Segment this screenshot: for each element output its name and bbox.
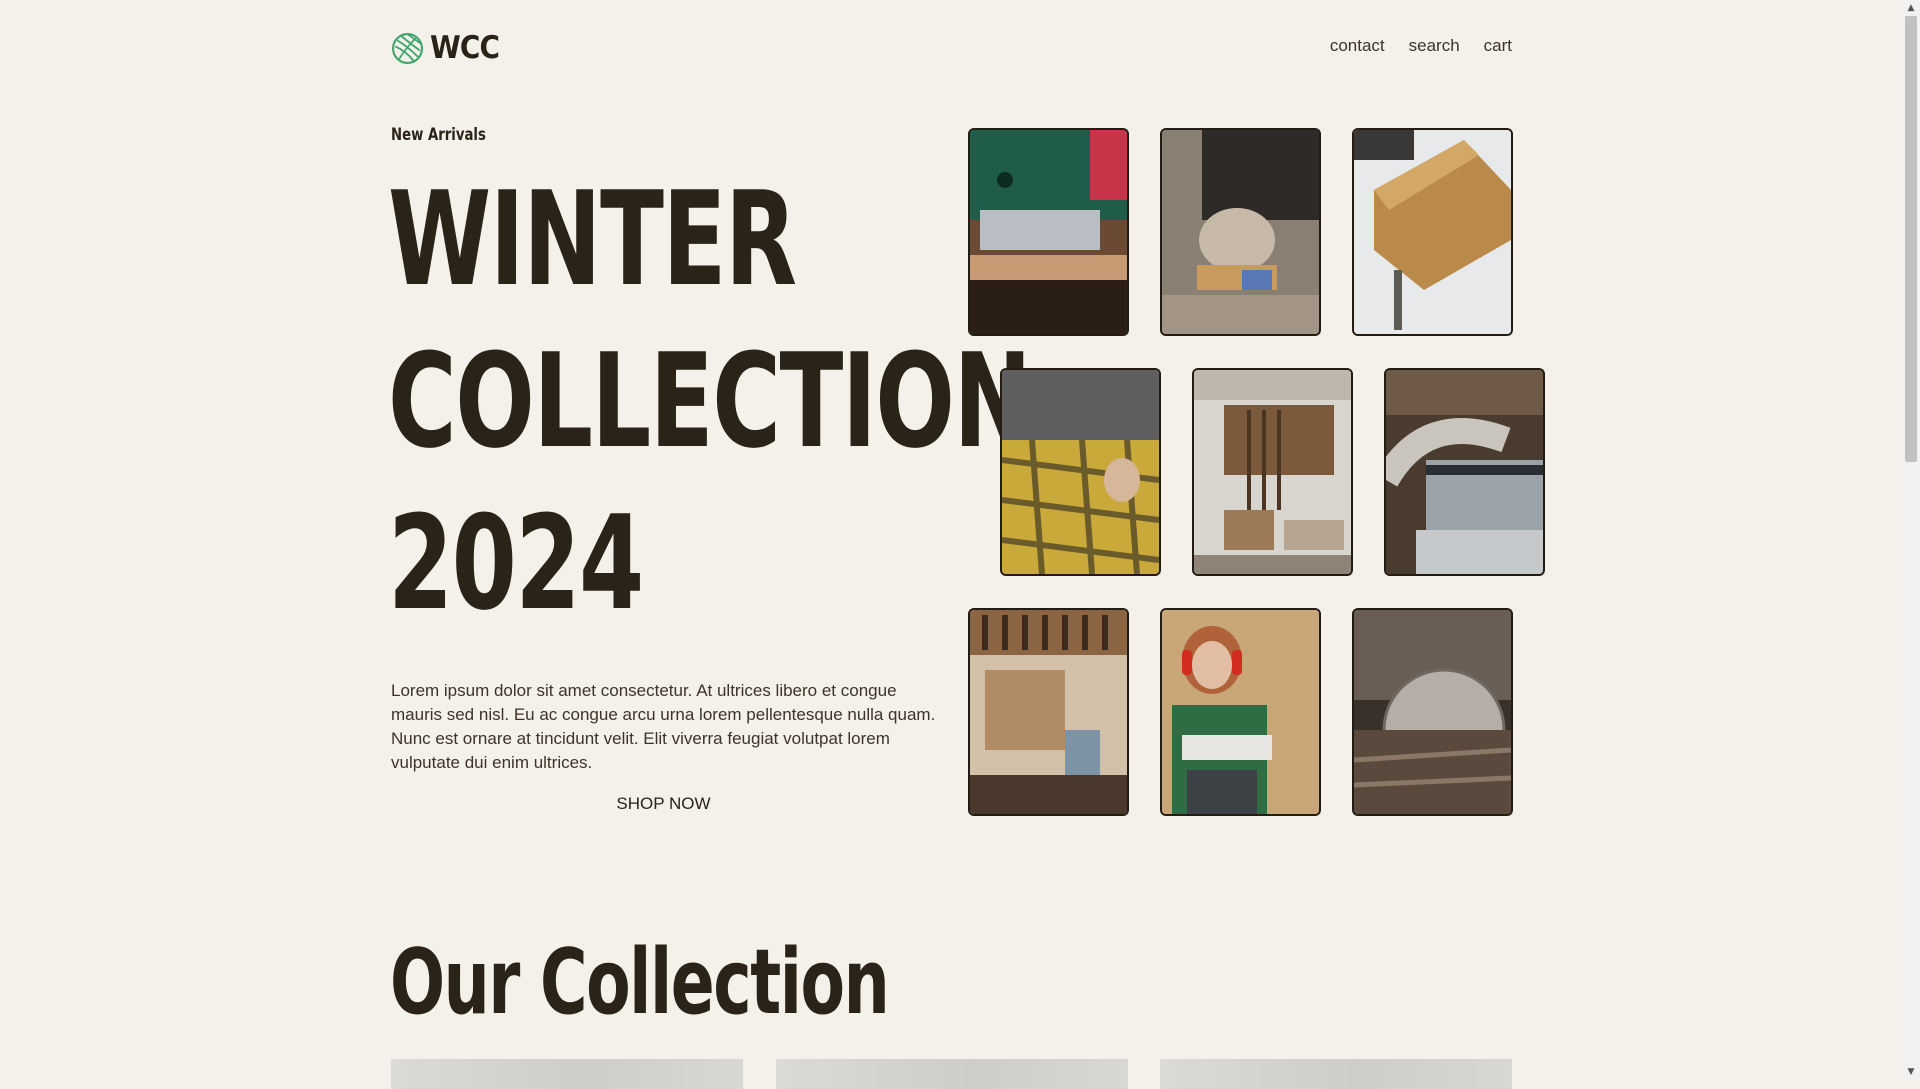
brand-logo[interactable]: WCC	[391, 30, 507, 66]
hero-title-line: 2024	[388, 487, 644, 639]
gallery-image[interactable]	[1160, 128, 1321, 336]
shop-now-button[interactable]: SHOP NOW	[391, 793, 936, 815]
gallery-image[interactable]	[1384, 368, 1545, 576]
woman-ear-protection-photo-icon	[1162, 610, 1319, 814]
planer-machine-photo-icon	[1386, 370, 1543, 574]
gallery-image[interactable]	[1192, 368, 1353, 576]
globe-logo-icon	[392, 32, 423, 64]
jigsaw-cutting-photo-icon	[970, 130, 1127, 334]
scroll-down-arrow-icon[interactable]: ▼	[1902, 1064, 1920, 1080]
hand-sanding-photo-icon	[1162, 130, 1319, 334]
top-nav: contact search cart	[1330, 36, 1512, 56]
collection-card[interactable]	[776, 1059, 1128, 1089]
hero-title-line: WINTER	[388, 163, 797, 315]
nav-search[interactable]: search	[1409, 36, 1460, 56]
brand-name: WCC	[430, 30, 500, 66]
gallery-image[interactable]	[968, 128, 1129, 336]
hero-eyebrow: New Arrivals	[391, 125, 486, 145]
plaid-shirt-worker-photo-icon	[1002, 370, 1159, 574]
vertical-scrollbar[interactable]: ▲ ▼	[1902, 0, 1920, 1080]
table-saw-blade-photo-icon	[1354, 610, 1511, 814]
tool-wall-photo-icon	[970, 610, 1127, 814]
section-title-our-collection: Our Collection	[390, 930, 890, 1035]
scrollbar-thumb[interactable]	[1905, 16, 1917, 462]
gallery-image[interactable]	[1352, 128, 1513, 336]
gallery-image[interactable]	[1160, 608, 1321, 816]
nav-contact[interactable]: contact	[1330, 36, 1385, 56]
page: WCC contact search cart New Arrivals WIN…	[0, 0, 1902, 1089]
collection-card[interactable]	[1160, 1059, 1512, 1089]
gallery-image[interactable]	[1000, 368, 1161, 576]
scroll-up-arrow-icon[interactable]: ▲	[1902, 0, 1920, 16]
wood-block-clamp-photo-icon	[1354, 130, 1511, 334]
gallery-image[interactable]	[1352, 608, 1513, 816]
gallery-image[interactable]	[968, 608, 1129, 816]
hero-description: Lorem ipsum dolor sit amet consectetur. …	[391, 681, 936, 772]
hero-title-line: COLLECTION	[388, 325, 1032, 477]
collection-card[interactable]	[391, 1059, 743, 1089]
hero-title: WINTER COLLECTION 2024	[388, 158, 1032, 644]
nav-cart[interactable]: cart	[1484, 36, 1512, 56]
workshop-interior-photo-icon	[1194, 370, 1351, 574]
